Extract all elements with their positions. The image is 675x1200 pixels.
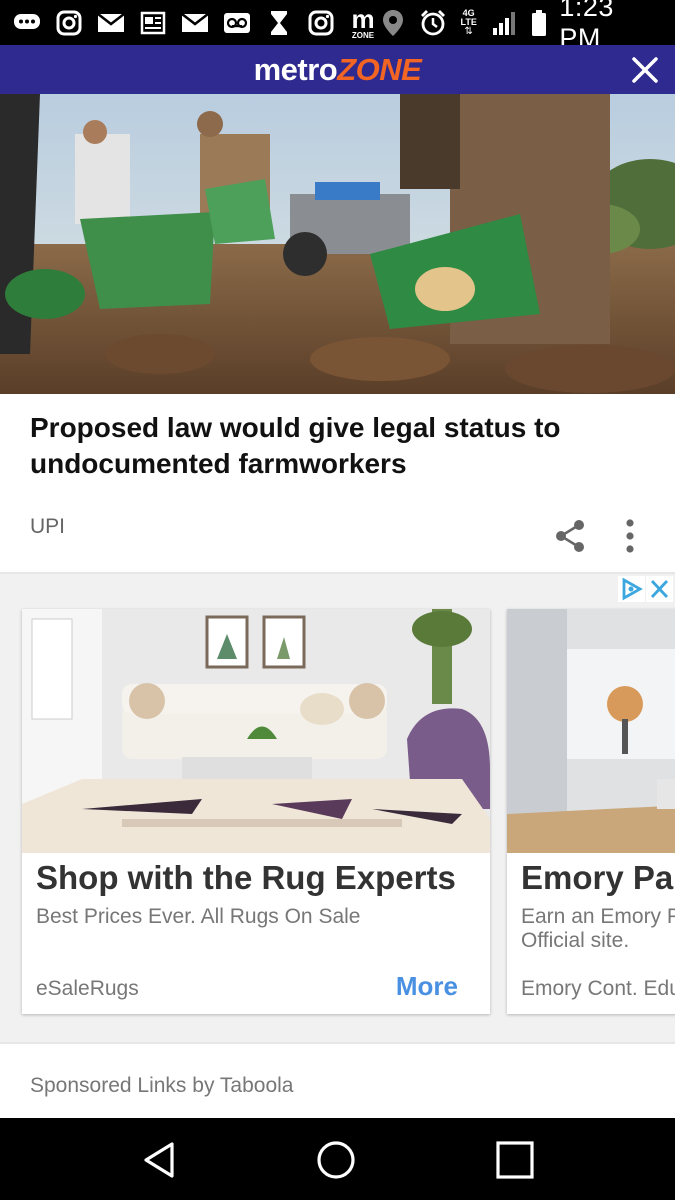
share-button[interactable] <box>552 518 588 554</box>
back-icon <box>144 1142 174 1178</box>
close-icon <box>632 57 658 83</box>
brand-zone: ZONE <box>337 51 422 87</box>
status-bar: m ZONE 4G LTE ⇅ 1:23 PM <box>0 0 675 53</box>
more-options-button[interactable] <box>614 518 646 554</box>
ad-title[interactable]: Shop with the Rug Experts <box>36 859 456 897</box>
ad-card[interactable]: Emory Para Earn an Emory Pa Official sit… <box>507 609 675 1014</box>
adchoices-button[interactable] <box>618 576 645 602</box>
ad-image <box>22 609 490 853</box>
location-icon <box>378 9 408 36</box>
ad-description: Best Prices Ever. All Rugs On Sale <box>36 905 361 928</box>
navigation-bar <box>0 1118 675 1200</box>
metrozone-icon: m ZONE <box>348 6 378 40</box>
network-type: 4G LTE <box>460 7 477 27</box>
article-headline[interactable]: Proposed law would give legal status to … <box>30 410 630 482</box>
chat-icon <box>12 10 42 36</box>
article-hero-image[interactable] <box>0 94 675 394</box>
ad-image <box>507 609 675 853</box>
lte-icon: 4G LTE ⇅ <box>460 7 477 37</box>
ad-advertiser: Emory Cont. Educ <box>521 977 675 1000</box>
ad-description: Earn an Emory Pa Official site. <box>521 905 675 952</box>
brand-logo: metroZONE <box>254 52 422 88</box>
share-icon <box>556 520 584 552</box>
close-button[interactable] <box>629 54 661 86</box>
hourglass-icon <box>264 10 294 36</box>
mail-icon <box>96 10 126 36</box>
sponsored-carousel[interactable]: Shop with the Rug Experts Best Prices Ev… <box>0 572 675 1044</box>
ad-advertiser: eSaleRugs <box>36 977 139 1000</box>
close-icon <box>650 580 669 598</box>
metrozone-icon-sub: ZONE <box>351 30 375 40</box>
app-header: metroZONE <box>0 45 675 94</box>
news-icon <box>138 10 168 36</box>
ad-title[interactable]: Emory Para <box>521 859 675 897</box>
adchoices-icon <box>622 577 643 601</box>
ad-card[interactable]: Shop with the Rug Experts Best Prices Ev… <box>22 609 490 1014</box>
mail-icon <box>180 10 210 36</box>
home-button[interactable] <box>314 1138 358 1182</box>
ad-more-button[interactable]: More <box>396 971 458 1002</box>
recents-button[interactable] <box>493 1138 537 1182</box>
battery-icon <box>529 9 549 36</box>
notification-icons: m ZONE <box>12 6 378 40</box>
back-button[interactable] <box>138 1138 182 1182</box>
instagram-icon <box>54 10 84 36</box>
voicemail-icon <box>222 10 252 36</box>
article-source: UPI <box>30 515 66 538</box>
brand-metro: metro <box>253 51 338 87</box>
home-icon <box>317 1141 355 1179</box>
vertical-dots-icon <box>626 519 634 553</box>
metrozone-icon-letter: m <box>351 3 375 34</box>
ad-close-button[interactable] <box>646 576 673 602</box>
instagram-icon <box>306 10 336 36</box>
signal-icon <box>490 10 520 36</box>
alarm-icon <box>418 9 448 36</box>
sponsored-label[interactable]: Sponsored Links by Taboola <box>30 1074 293 1098</box>
recents-icon <box>496 1141 534 1179</box>
